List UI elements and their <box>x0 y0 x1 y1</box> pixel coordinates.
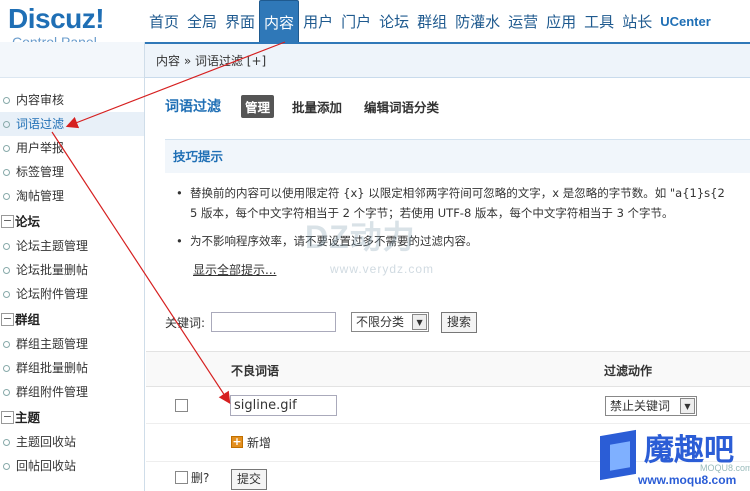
plus-icon: + <box>231 435 243 448</box>
tab-manage[interactable]: 管理 <box>241 94 275 118</box>
nav-content[interactable]: 内容 <box>259 0 300 42</box>
header: Discuz! Control Panel 首页 全局 界面 内容 用户 门户 … <box>0 0 750 50</box>
logo-url-small: MOQU8.com <box>700 463 750 473</box>
dropdown-arrow-icon: ▼ <box>680 398 695 414</box>
logo-mark-inner <box>610 441 630 471</box>
logo-url: www.moqu8.com <box>638 473 737 487</box>
keyword-input[interactable] <box>211 312 337 332</box>
page-title: 词语过滤 <box>165 99 221 115</box>
sidebar-item-collections[interactable]: 淘帖管理 <box>0 184 144 208</box>
nav-users[interactable]: 用户 <box>299 0 337 42</box>
nav-operation[interactable]: 运营 <box>504 0 542 42</box>
category-select-value: 不限分类 <box>356 315 405 329</box>
tips-panel: 技巧提示 替换前的内容可以使用限定符 {x} 以限定相邻两字符间可忽略的文字，x… <box>165 139 750 329</box>
sidebar-group-forum[interactable]: 论坛 <box>0 210 144 234</box>
nav-tools[interactable]: 工具 <box>580 0 618 42</box>
nav-forum[interactable]: 论坛 <box>375 0 413 42</box>
sidebar-item-tags[interactable]: 标签管理 <box>0 160 144 184</box>
sidebar-item-thread-recycle[interactable]: 主题回收站 <box>0 430 144 454</box>
tips-title: 技巧提示 <box>165 139 750 173</box>
sidebar-group-threads[interactable]: 主题 <box>0 406 144 430</box>
column-bad-word: 不良词语 <box>231 364 280 378</box>
tip-line: 5 版本，每个中文字符相当于 2 个字节；若使用 UTF-8 版本，每个中文字符… <box>190 206 674 220</box>
tip-line: 替换前的内容可以使用限定符 {x} 以限定相邻两字符间可忽略的文字，x 是忽略的… <box>190 186 725 200</box>
delete-checkbox[interactable] <box>175 471 188 484</box>
category-select[interactable]: 不限分类 ▼ <box>351 312 430 332</box>
row-checkbox[interactable] <box>175 399 188 412</box>
sidebar-item-word-filter[interactable]: 词语过滤 <box>0 112 144 136</box>
nav-global[interactable]: 全局 <box>183 0 221 42</box>
tip-item: 替换前的内容可以使用限定符 {x} 以限定相邻两字符间可忽略的文字，x 是忽略的… <box>165 183 750 223</box>
add-new-link[interactable]: 新增 <box>247 434 271 451</box>
sidebar-list: 内容审核 词语过滤 用户举报 标签管理 淘帖管理 论坛 论坛主题管理 论坛批量删… <box>0 78 144 478</box>
breadcrumb[interactable]: 内容 » 词语过滤 [+] <box>145 42 750 78</box>
sidebar-item-content-review[interactable]: 内容审核 <box>0 88 144 112</box>
sidebar-strip <box>0 42 144 78</box>
tab-batch-add[interactable]: 批量添加 <box>288 95 346 118</box>
dropdown-arrow-icon: ▼ <box>412 314 428 330</box>
filter-action-value: 禁止关键词 <box>610 399 671 413</box>
brand-name: Discuz! <box>8 3 105 34</box>
bad-word-input[interactable]: sigline.gif <box>230 395 337 416</box>
delete-label: 删? <box>191 471 210 485</box>
sidebar-item-forum-threads[interactable]: 论坛主题管理 <box>0 234 144 258</box>
column-filter-action: 过滤动作 <box>604 364 653 378</box>
sidebar-item-group-batch-delete[interactable]: 群组批量删帖 <box>0 356 144 380</box>
submit-button[interactable]: 提交 <box>231 469 268 490</box>
sidebar-item-forum-batch-delete[interactable]: 论坛批量删帖 <box>0 258 144 282</box>
sidebar-item-group-threads[interactable]: 群组主题管理 <box>0 332 144 356</box>
nav-antispam[interactable]: 防灌水 <box>451 0 504 42</box>
watermark-text: DZ动力 <box>305 219 416 255</box>
nav-interface[interactable]: 界面 <box>221 0 259 42</box>
table-header: 不良词语 过滤动作 <box>146 351 750 387</box>
title-row: 词语过滤 管理 批量添加 编辑词语分类 <box>165 94 457 118</box>
table-row: sigline.gif 禁止关键词 ▼ <box>146 388 750 424</box>
add-row[interactable]: + 新增 <box>231 433 271 451</box>
watermark-url: www.verydz.com <box>330 262 435 276</box>
nav-home[interactable]: 首页 <box>145 0 183 42</box>
nav-groups[interactable]: 群组 <box>413 0 451 42</box>
nav-apps[interactable]: 应用 <box>542 0 580 42</box>
show-all-tips-link[interactable]: 显示全部提示... <box>193 261 276 278</box>
sidebar-group-groups[interactable]: 群组 <box>0 308 144 332</box>
nav-webmaster[interactable]: 站长 <box>618 0 656 42</box>
sidebar-item-reply-recycle[interactable]: 回帖回收站 <box>0 454 144 478</box>
keyword-label: 关键词: <box>165 315 206 330</box>
tip-item: 为不影响程序效率，请不要设置过多不需要的过滤内容。 <box>165 231 750 251</box>
sidebar: 内容审核 词语过滤 用户举报 标签管理 淘帖管理 论坛 论坛主题管理 论坛批量删… <box>0 42 145 491</box>
nav-ucenter[interactable]: UCenter <box>656 0 715 42</box>
moqu8-logo: 魔趣吧 MOQU8.com www.moqu8.com <box>600 425 750 491</box>
top-nav: 首页 全局 界面 内容 用户 门户 论坛 群组 防灌水 运营 应用 工具 站长 … <box>145 0 715 42</box>
sidebar-item-forum-attachments[interactable]: 论坛附件管理 <box>0 282 144 306</box>
nav-portal[interactable]: 门户 <box>337 0 375 42</box>
tab-edit-categories[interactable]: 编辑词语分类 <box>360 95 443 118</box>
search-button[interactable]: 搜索 <box>441 311 478 333</box>
sidebar-item-user-reports[interactable]: 用户举报 <box>0 136 144 160</box>
sidebar-item-group-attachments[interactable]: 群组附件管理 <box>0 380 144 404</box>
search-row: 关键词: 不限分类 ▼ 搜索 <box>165 310 478 334</box>
filter-action-select[interactable]: 禁止关键词 ▼ <box>605 396 697 416</box>
